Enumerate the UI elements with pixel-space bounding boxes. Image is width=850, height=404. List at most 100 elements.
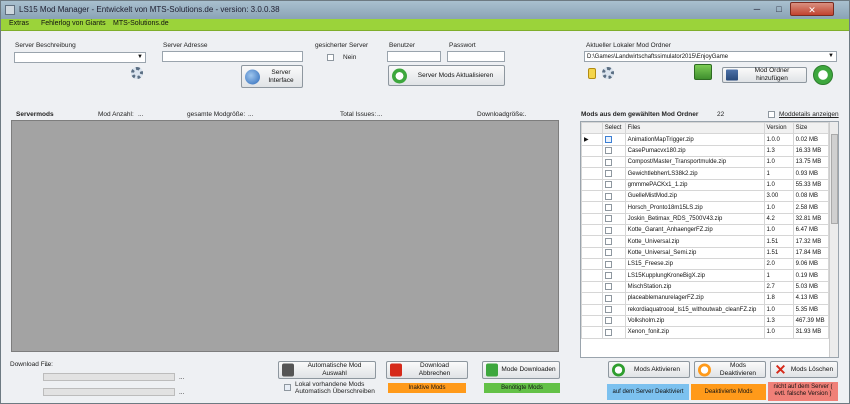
server-interface-button[interactable]: Server Interface	[241, 65, 303, 88]
downloadgroesse-value: ...	[521, 111, 527, 118]
table-row[interactable]: GewichtlebherrLS38k2.zip 1 0.93 MB	[581, 167, 830, 180]
table-scrollbar[interactable]	[829, 122, 838, 357]
settings-gear-icon[interactable]	[602, 67, 614, 79]
column-header-size[interactable]: Size	[792, 121, 830, 135]
column-header-files[interactable]: Files	[624, 121, 765, 135]
row-select-checkbox[interactable]	[604, 238, 612, 246]
row-select-cell[interactable]	[601, 235, 626, 248]
table-row[interactable]: rekordiaquatrooal_ls15_withoutwab_cleanF…	[581, 303, 830, 316]
column-header-select[interactable]: Select	[601, 121, 626, 135]
row-select-checkbox[interactable]	[604, 249, 612, 257]
table-row[interactable]: gmmmePACKx1_1.zip 1.0 55.33 MB	[581, 178, 830, 192]
passwort-input[interactable]	[447, 51, 505, 62]
table-row[interactable]: Compost/Master_Transportmulde.zip 1.0 13.7…	[581, 156, 830, 169]
table-row[interactable]: Volksholm.zip 1.3 467.39 MB	[581, 314, 830, 328]
row-select-cell[interactable]	[601, 258, 626, 271]
row-version: 1.0	[763, 156, 794, 169]
mods-deaktivieren-button[interactable]: Mods Deaktivieren	[694, 361, 766, 378]
table-row[interactable]: MischStation.zip 2.7 5.03 MB	[581, 280, 830, 294]
row-select-checkbox[interactable]	[604, 272, 612, 280]
server-adresse-label: Server Adresse	[163, 42, 208, 49]
table-row[interactable]: GuelleMistMod.zip 3.00 0.08 MB	[581, 190, 830, 203]
menu-mts[interactable]: MTS-Solutions.de	[113, 20, 169, 27]
maximize-button[interactable]: □	[768, 2, 790, 16]
row-indicator: ▶	[581, 133, 603, 146]
row-indicator	[581, 156, 603, 169]
menu-extras[interactable]: Extras	[9, 20, 29, 27]
server-adresse-input[interactable]	[162, 51, 303, 62]
local-folder-combo[interactable]: D:\Games\Landwirtschaftssimulator2015\En…	[584, 51, 837, 62]
close-button[interactable]: ✕	[790, 2, 834, 16]
automatische-mod-auswahl-button[interactable]: Automatische Mod Auswahl	[278, 361, 376, 379]
settings-gear-icon[interactable]	[131, 67, 143, 79]
row-select-checkbox[interactable]	[604, 135, 612, 143]
row-select-cell[interactable]	[601, 190, 626, 203]
row-select-checkbox[interactable]	[604, 147, 612, 155]
table-row[interactable]: CasePumacvx180.zip 1.3 16.33 MB	[581, 144, 830, 158]
row-select-cell[interactable]	[601, 314, 626, 328]
row-select-cell[interactable]	[601, 292, 626, 305]
row-select-checkbox[interactable]	[604, 294, 612, 302]
row-select-checkbox[interactable]	[604, 192, 612, 200]
table-row[interactable]: Kotte_Garant_AnhaengerFZ.zip 1.0 6.47 MB	[581, 224, 830, 237]
row-select-checkbox[interactable]	[604, 181, 612, 189]
table-row[interactable]: LS15KupplungKroneBigX.zip 1 0.19 MB	[581, 269, 830, 282]
row-select-checkbox[interactable]	[604, 158, 612, 166]
row-select-cell[interactable]	[601, 212, 626, 226]
row-file: LS15_Freese.zip	[624, 258, 765, 271]
row-select-checkbox[interactable]	[604, 317, 612, 325]
row-select-cell[interactable]	[601, 133, 626, 146]
row-select-cell[interactable]	[601, 303, 626, 316]
row-select-cell[interactable]	[601, 280, 626, 294]
row-select-cell[interactable]	[601, 156, 626, 169]
row-select-checkbox[interactable]	[604, 226, 612, 234]
row-select-cell[interactable]	[601, 144, 626, 158]
download-cancel-icon	[390, 363, 402, 377]
row-select-cell[interactable]	[601, 167, 626, 180]
mod-ordner-hinzufuegen-button[interactable]: Mod Ordner hinzufügen	[722, 67, 807, 83]
folder-green-icon[interactable]	[694, 64, 712, 80]
row-select-checkbox[interactable]	[604, 283, 612, 291]
table-row[interactable]: Kotte_Universal.zip 1.51 17.32 MB	[581, 235, 830, 248]
table-row[interactable]: Horsch_Pronto18m15LS.zip 1.0 2.58 MB	[581, 201, 830, 214]
benutzer-input[interactable]	[387, 51, 441, 62]
row-select-cell[interactable]	[601, 178, 626, 192]
table-row[interactable]: Joskin_Betimax_RDS_7500V43.zip 4.2 32.81 M…	[581, 212, 830, 226]
table-row[interactable]: ▶ AnimationMapTrigger.zip 1.0.0 0.02 MB	[581, 133, 830, 146]
mods-aktivieren-button[interactable]: Mods Aktivieren	[608, 361, 690, 378]
table-row[interactable]: placeablemanurelagerFZ.zip 1.8 4.13 MB	[581, 292, 830, 305]
gesichert-checkbox[interactable]	[327, 54, 334, 61]
refresh-icon[interactable]	[813, 65, 833, 85]
download-abbrechen-button[interactable]: Download Abbrechen	[386, 361, 468, 379]
moddetails-checkbox[interactable]	[768, 111, 775, 118]
row-select-cell[interactable]	[601, 246, 626, 260]
row-select-cell[interactable]	[601, 269, 626, 282]
row-version: 1.0	[763, 326, 794, 339]
row-select-checkbox[interactable]	[604, 204, 612, 212]
mods-loeschen-button[interactable]: ✕ Mods Löschen	[770, 361, 838, 378]
servermods-list[interactable]	[11, 120, 559, 352]
row-version: 1.8	[763, 292, 794, 305]
row-select-checkbox[interactable]	[604, 306, 612, 314]
minimize-button[interactable]: ─	[746, 2, 768, 16]
table-row[interactable]: LS15_Freese.zip 2.0 9.06 MB	[581, 258, 830, 271]
row-select-checkbox[interactable]	[604, 260, 612, 268]
row-select-cell[interactable]	[601, 224, 626, 237]
mode-downloaden-button[interactable]: Mode Downloaden	[482, 361, 560, 379]
row-select-checkbox[interactable]	[604, 170, 612, 177]
row-select-cell[interactable]	[601, 201, 626, 214]
server-beschreibung-combo[interactable]: ▼	[14, 52, 146, 63]
row-select-cell[interactable]	[601, 326, 626, 339]
server-mods-aktualisieren-button[interactable]: Server Mods Aktualisieren	[388, 65, 505, 86]
overwrite-checkbox[interactable]	[284, 384, 291, 391]
deaktivierte-mods-legend: Deaktivierte Mods	[691, 384, 766, 400]
scrollbar-thumb[interactable]	[831, 134, 838, 224]
column-header-version[interactable]: Version	[763, 121, 794, 135]
row-select-checkbox[interactable]	[604, 215, 612, 223]
table-row[interactable]: Kotte_Universal_Semi.zip 1.51 17.84 MB	[581, 246, 830, 260]
row-select-checkbox[interactable]	[604, 328, 612, 336]
menu-fehlerlog[interactable]: Fehlerlog von Giants	[41, 20, 106, 27]
row-indicator	[581, 212, 603, 226]
info-icon[interactable]	[588, 68, 596, 79]
table-row[interactable]: Xenon_fonit.zip 1.0 31.93 MB	[581, 326, 830, 339]
